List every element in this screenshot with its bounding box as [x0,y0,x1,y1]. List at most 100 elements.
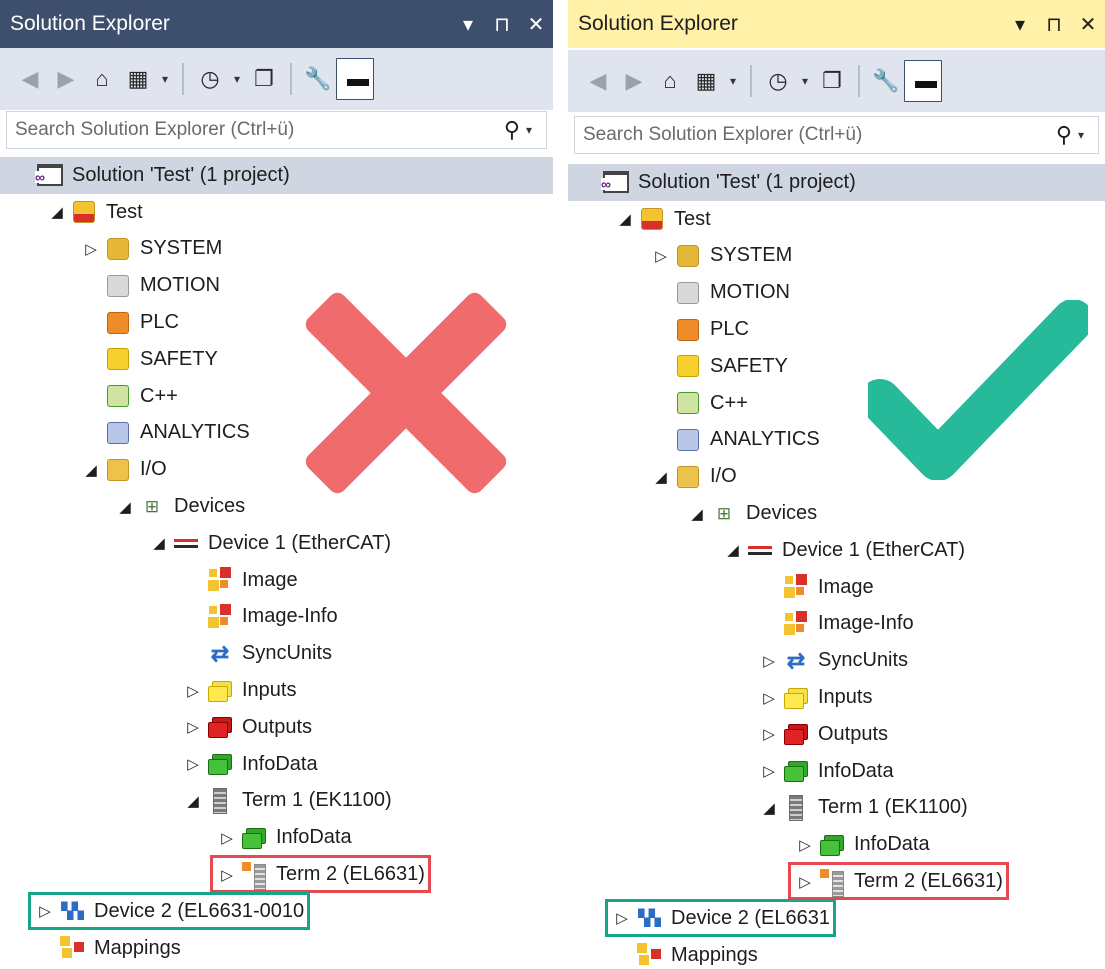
tree-item-infodata[interactable]: ▷ InfoData [0,746,553,783]
collapsed-arrow-icon[interactable]: ▷ [82,240,100,258]
panel-title-bar[interactable]: Solution Explorer ▾ ⊓ ✕ [0,0,553,48]
tree-item-image[interactable]: Image [568,569,1105,606]
home-icon[interactable]: ⌂ [652,61,688,101]
tree-item-safety[interactable]: SAFETY [568,348,1105,385]
expanded-arrow-icon[interactable]: ◢ [724,541,742,559]
collapsed-arrow-icon[interactable]: ▷ [184,755,202,773]
tree-item-analytics[interactable]: ANALYTICS [568,422,1105,459]
tree-item-term-1-infodata[interactable]: ▷ InfoData [568,826,1105,863]
collapsed-arrow-icon[interactable]: ▷ [760,725,778,743]
tree-item-syncunits[interactable]: ⇄ SyncUnits [0,635,553,672]
collapsed-arrow-icon[interactable]: ▷ [796,836,814,854]
switch-views-icon[interactable]: ▦ [688,61,724,101]
tree-item-io[interactable]: ◢ I/O [568,458,1105,495]
tree-item-project-test[interactable]: ◢ Test [0,194,553,231]
pin-icon[interactable]: ⊓ [485,12,519,37]
tree-item-device-1[interactable]: ◢ Device 1 (EtherCAT) [0,525,553,562]
tree-item-term-1[interactable]: ◢ Term 1 (EK1100) [0,783,553,820]
tree-item-term-2[interactable]: ▷ Term 2 (EL6631) [0,855,553,894]
chevron-down-icon[interactable]: ▾ [796,74,814,88]
tree-item-device-1[interactable]: ◢ Device 1 (EtherCAT) [568,532,1105,569]
tree-item-devices[interactable]: ◢ ⊞ Devices [568,495,1105,532]
properties-wrench-icon[interactable]: 🔧 [868,61,904,101]
tree-item-safety[interactable]: SAFETY [0,341,553,378]
dropdown-arrow-icon[interactable]: ▾ [1003,12,1037,37]
chevron-down-icon[interactable]: ▾ [228,72,246,86]
tree-item-outputs[interactable]: ▷ Outputs [0,709,553,746]
collapsed-arrow-icon[interactable]: ▷ [184,682,202,700]
search-icon[interactable]: ⚲ [504,117,520,143]
tree-item-solution[interactable]: Solution 'Test' (1 project) [568,164,1105,201]
forward-icon[interactable]: ▶ [48,59,84,99]
pending-changes-filter-icon[interactable]: ◷ [192,59,228,99]
collapse-all-icon[interactable]: ❐ [246,59,282,99]
properties-wrench-icon[interactable]: 🔧 [300,59,336,99]
search-input[interactable]: Search Solution Explorer (Ctrl+ü) ⚲ ▾ [574,116,1099,154]
chevron-down-icon[interactable]: ▾ [724,74,742,88]
expanded-arrow-icon[interactable]: ◢ [48,203,66,221]
close-icon[interactable]: ✕ [1071,12,1105,37]
tree-item-inputs[interactable]: ▷ Inputs [0,672,553,709]
preview-toggle-icon[interactable] [336,58,374,100]
search-input[interactable]: Search Solution Explorer (Ctrl+ü) ⚲ ▾ [6,111,547,149]
collapsed-arrow-icon[interactable]: ▷ [760,762,778,780]
tree-item-system[interactable]: ▷ SYSTEM [568,238,1105,275]
collapsed-arrow-icon[interactable]: ▷ [184,718,202,736]
chevron-down-icon[interactable]: ▾ [1072,128,1090,142]
expanded-arrow-icon[interactable]: ◢ [150,534,168,552]
tree-item-term-1-infodata[interactable]: ▷ InfoData [0,819,553,856]
collapsed-arrow-icon[interactable]: ▷ [760,689,778,707]
preview-toggle-icon[interactable] [904,60,942,102]
chevron-down-icon[interactable]: ▾ [156,72,174,86]
forward-icon[interactable]: ▶ [616,61,652,101]
expanded-arrow-icon[interactable]: ◢ [652,468,670,486]
tree-item-cpp[interactable]: C++ [568,385,1105,422]
tree-item-image[interactable]: Image [0,562,553,599]
back-icon[interactable]: ◀ [580,61,616,101]
tree-item-infodata[interactable]: ▷ InfoData [568,753,1105,790]
tree-item-term-1[interactable]: ◢ Term 1 (EK1100) [568,790,1105,827]
back-icon[interactable]: ◀ [12,59,48,99]
tree-item-io[interactable]: ◢ I/O [0,451,553,488]
tree-item-device-2[interactable]: ▷ ▚▚ Device 2 (EL6631-0010 [0,891,553,930]
tree-item-system[interactable]: ▷ SYSTEM [0,231,553,268]
search-icon[interactable]: ⚲ [1056,122,1072,148]
pending-changes-filter-icon[interactable]: ◷ [760,61,796,101]
collapse-all-icon[interactable]: ❐ [814,61,850,101]
expanded-arrow-icon[interactable]: ◢ [760,799,778,817]
close-icon[interactable]: ✕ [519,12,553,37]
tree-item-motion[interactable]: MOTION [568,274,1105,311]
tree-item-analytics[interactable]: ANALYTICS [0,415,553,452]
home-icon[interactable]: ⌂ [84,59,120,99]
tree-item-label: SYSTEM [140,237,223,260]
tree-item-plc[interactable]: PLC [0,304,553,341]
tree-item-image-info[interactable]: Image-Info [568,606,1105,643]
tree-item-mappings[interactable]: Mappings [568,937,1105,969]
pin-icon[interactable]: ⊓ [1037,12,1071,37]
dropdown-arrow-icon[interactable]: ▾ [451,12,485,37]
chevron-down-icon[interactable]: ▾ [520,123,538,137]
expanded-arrow-icon[interactable]: ◢ [116,498,134,516]
tree-item-inputs[interactable]: ▷ Inputs [568,679,1105,716]
expanded-arrow-icon[interactable]: ◢ [616,210,634,228]
tree-item-mappings[interactable]: Mappings [0,930,553,967]
collapsed-arrow-icon[interactable]: ▷ [218,829,236,847]
tree-item-plc[interactable]: PLC [568,311,1105,348]
panel-title-bar[interactable]: Solution Explorer ▾ ⊓ ✕ [568,0,1105,48]
tree-item-devices[interactable]: ◢ ⊞ Devices [0,488,553,525]
expanded-arrow-icon[interactable]: ◢ [688,505,706,523]
switch-views-icon[interactable]: ▦ [120,59,156,99]
tree-item-device-2[interactable]: ▷ ▚▚ Device 2 (EL6631 [568,898,1105,937]
tree-item-solution[interactable]: Solution 'Test' (1 project) [0,157,553,194]
tree-item-outputs[interactable]: ▷ Outputs [568,716,1105,753]
collapsed-arrow-icon[interactable]: ▷ [652,247,670,265]
collapsed-arrow-icon[interactable]: ▷ [760,652,778,670]
tree-item-cpp[interactable]: C++ [0,378,553,415]
expanded-arrow-icon[interactable]: ◢ [82,461,100,479]
expanded-arrow-icon[interactable]: ◢ [184,792,202,810]
tree-item-motion[interactable]: MOTION [0,267,553,304]
tree-item-syncunits[interactable]: ▷ ⇄ SyncUnits [568,642,1105,679]
tree-item-image-info[interactable]: Image-Info [0,599,553,636]
tree-item-project-test[interactable]: ◢ Test [568,201,1105,238]
tree-item-term-2[interactable]: ▷ Term 2 (EL6631) [568,862,1105,901]
